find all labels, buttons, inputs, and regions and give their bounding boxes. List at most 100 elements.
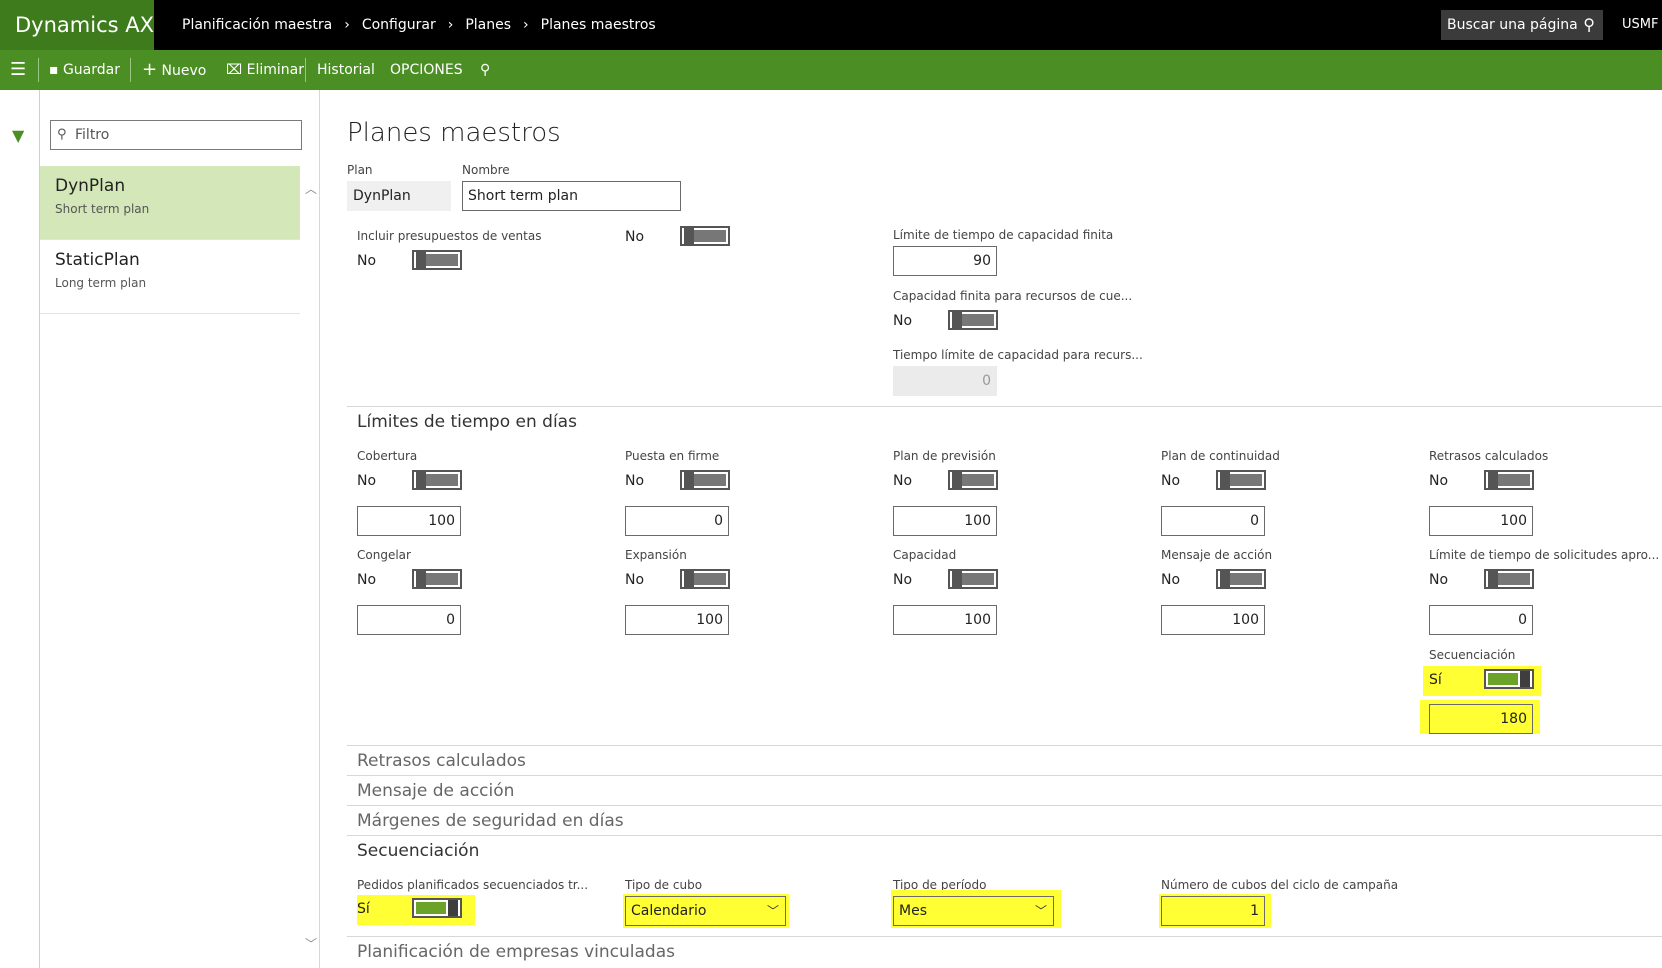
scroll-up-icon[interactable]: ︿ xyxy=(305,180,317,197)
section-safety-margins[interactable]: Márgenes de seguridad en días xyxy=(357,811,624,831)
fence-label: Límite de tiempo de solicitudes apro... xyxy=(1429,548,1660,562)
section-calculated-delays[interactable]: Retrasos calculados xyxy=(357,751,526,771)
name-field[interactable]: Short term plan xyxy=(462,181,681,211)
fence-days-field[interactable]: 100 xyxy=(1161,605,1265,635)
top-bar: Dynamics AX Planificación maestra › Config… xyxy=(0,0,1662,50)
fence-toggle[interactable] xyxy=(948,569,998,589)
options-button[interactable]: OPCIONES xyxy=(390,50,463,90)
save-button[interactable]: ▪ Guardar xyxy=(49,50,120,90)
chevron-right-icon: › xyxy=(523,17,529,33)
breadcrumb-item[interactable]: Planificación maestra xyxy=(182,17,332,33)
fence-days-field[interactable]: 0 xyxy=(1161,506,1265,536)
fence-toggle-value: No xyxy=(357,572,377,588)
section-intercompany[interactable]: Planificación de empresas vinculadas xyxy=(357,942,675,962)
scroll-down-icon[interactable]: ﹀ xyxy=(305,935,317,952)
hamburger-menu-icon[interactable]: ☰ xyxy=(10,50,26,90)
action-bar: ☰ ▪ Guardar + Nuevo ⌧ Eliminar Historial… xyxy=(0,50,1662,90)
divider xyxy=(347,835,1662,836)
unlabeled-toggle[interactable] xyxy=(680,226,730,246)
fence-days-field[interactable]: 0 xyxy=(625,506,729,536)
chevron-down-icon[interactable]: ﹀ xyxy=(767,897,779,925)
include-sales-toggle[interactable] xyxy=(412,250,462,270)
section-sequencing[interactable]: Secuenciación xyxy=(357,841,479,861)
fence-toggle-value: No xyxy=(1161,473,1181,489)
fence-days-field[interactable]: 0 xyxy=(357,605,461,635)
company-selector[interactable]: USMF xyxy=(1622,0,1658,50)
list-item-desc: Long term plan xyxy=(55,276,147,290)
delete-button[interactable]: ⌧ Eliminar xyxy=(226,50,304,90)
breadcrumb: Planificación maestra › Configurar › Planes ›… xyxy=(182,0,656,50)
search-icon: ⚲ xyxy=(57,127,67,142)
fence-days-field[interactable]: 100 xyxy=(893,605,997,635)
divider xyxy=(347,745,1662,746)
search-icon[interactable]: ⚲ xyxy=(480,50,490,90)
fence-toggle[interactable] xyxy=(1484,470,1534,490)
plan-label: Plan xyxy=(347,163,373,177)
page-search-label: Buscar una página xyxy=(1447,17,1578,33)
page-search[interactable]: Buscar una página ⚲ xyxy=(1441,10,1603,40)
left-strip: ▼ xyxy=(0,90,40,968)
sequencing-days-field[interactable]: 180 xyxy=(1429,704,1533,734)
fence-toggle[interactable] xyxy=(948,470,998,490)
fence-label: Capacidad xyxy=(893,548,957,562)
list-item-name: DynPlan xyxy=(55,176,126,196)
include-sales-value: No xyxy=(357,253,377,269)
list-pane: ⚲ Filtro DynPlan Short term plan StaticP… xyxy=(40,90,320,968)
chevron-right-icon: › xyxy=(447,17,454,33)
fence-label: Retrasos calculados xyxy=(1429,449,1549,463)
fence-toggle-value: No xyxy=(625,473,645,489)
fence-days-field[interactable]: 0 xyxy=(1429,605,1533,635)
sequencing-toggle-value: Sí xyxy=(1429,672,1442,688)
finite-cap-limit-field[interactable]: 90 xyxy=(893,246,997,276)
trash-icon: ⌧ xyxy=(226,62,243,78)
campaign-buckets-field[interactable]: 1 xyxy=(1161,896,1265,926)
sequencing-toggle[interactable] xyxy=(1484,669,1534,689)
planned-orders-toggle[interactable] xyxy=(412,898,462,918)
list-item[interactable]: StaticPlan Long term plan xyxy=(40,240,300,314)
chevron-down-icon[interactable]: ﹀ xyxy=(1035,897,1047,925)
divider xyxy=(347,805,1662,806)
list-item-desc: Short term plan xyxy=(55,202,150,216)
fence-toggle[interactable] xyxy=(1216,470,1266,490)
bucket-type-select[interactable]: Calendario ﹀ xyxy=(625,896,786,926)
bucket-type-label: Tipo de cubo xyxy=(625,878,703,892)
fence-label: Mensaje de acción xyxy=(1161,548,1273,562)
divider xyxy=(305,58,306,82)
breadcrumb-item[interactable]: Planes maestros xyxy=(541,17,656,33)
fence-toggle[interactable] xyxy=(680,569,730,589)
fence-label: Cobertura xyxy=(357,449,418,463)
fence-toggle[interactable] xyxy=(412,470,462,490)
save-icon: ▪ xyxy=(49,62,59,78)
fence-days-field[interactable]: 100 xyxy=(625,605,729,635)
app-brand[interactable]: Dynamics AX xyxy=(0,0,154,50)
search-icon[interactable]: ⚲ xyxy=(1583,10,1595,40)
fence-toggle[interactable] xyxy=(1484,569,1534,589)
divider xyxy=(347,406,1662,407)
filter-input[interactable]: ⚲ Filtro xyxy=(50,120,302,150)
plan-field[interactable]: DynPlan xyxy=(347,181,451,211)
divider xyxy=(347,775,1662,776)
new-button[interactable]: + Nuevo xyxy=(142,50,206,90)
fence-toggle[interactable] xyxy=(1216,569,1266,589)
breadcrumb-item[interactable]: Configurar xyxy=(362,17,436,33)
fence-toggle-value: No xyxy=(1429,572,1449,588)
period-type-select[interactable]: Mes ﹀ xyxy=(893,896,1054,926)
section-time-fences[interactable]: Límites de tiempo en días xyxy=(357,412,577,432)
main-content: Planes maestros Plan DynPlan Nombre Shor… xyxy=(320,90,1662,968)
fence-label: Expansión xyxy=(625,548,687,562)
fence-days-field[interactable]: 100 xyxy=(1429,506,1533,536)
history-button[interactable]: Historial xyxy=(317,50,375,90)
breadcrumb-item[interactable]: Planes xyxy=(465,17,511,33)
divider xyxy=(38,58,39,82)
fence-toggle[interactable] xyxy=(680,470,730,490)
fence-days-field[interactable]: 100 xyxy=(893,506,997,536)
fence-days-field[interactable]: 100 xyxy=(357,506,461,536)
divider xyxy=(130,58,131,82)
filter-icon[interactable]: ▼ xyxy=(12,126,24,145)
fence-toggle[interactable] xyxy=(412,569,462,589)
section-action-message[interactable]: Mensaje de acción xyxy=(357,781,514,801)
list-item-name: StaticPlan xyxy=(55,250,140,270)
list-item[interactable]: DynPlan Short term plan xyxy=(40,166,300,240)
campaign-buckets-label: Número de cubos del ciclo de campaña xyxy=(1161,878,1399,892)
finite-cap-bottleneck-toggle[interactable] xyxy=(948,310,998,330)
